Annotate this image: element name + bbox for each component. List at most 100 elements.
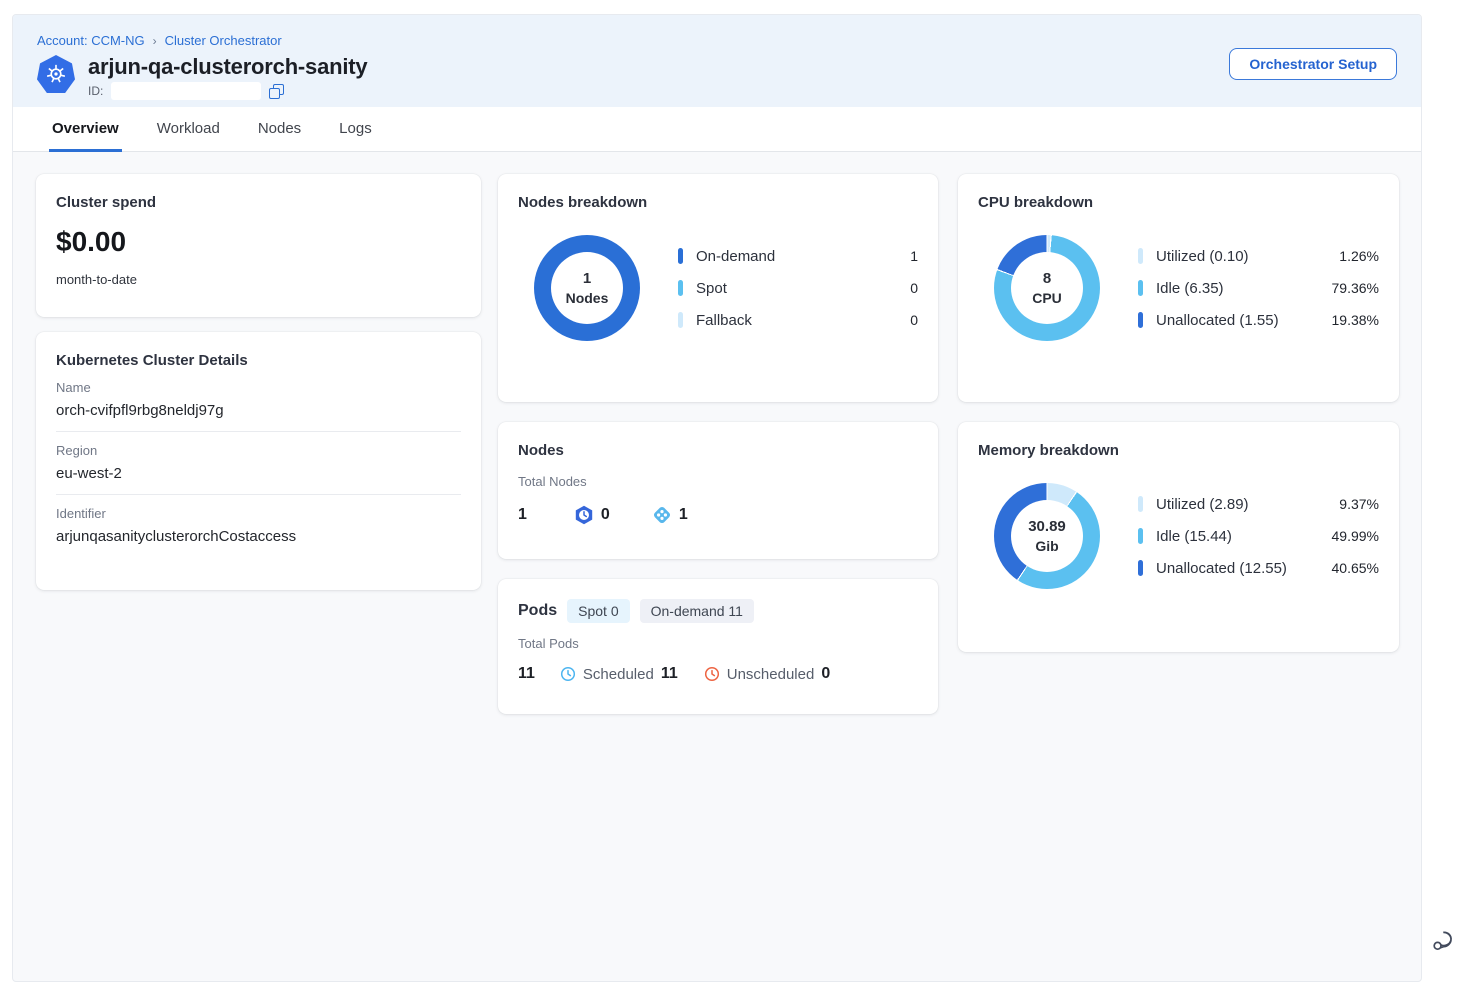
legend-label: Spot [696,280,910,297]
breadcrumb-separator: › [153,34,157,48]
spot-node-icon [574,505,594,525]
cluster-spend-title: Cluster spend [56,194,461,211]
cluster-spend-card: Cluster spend $0.00 month-to-date [36,174,481,317]
total-nodes-value: 1 [518,506,527,524]
legend-value: 9.37% [1339,496,1379,512]
legend-row-unallocated: Unallocated (1.55) 19.38% [1138,312,1379,329]
legend-label: On-demand [696,248,910,265]
legend-swatch [1138,312,1143,328]
donut-center-value: 30.89 [1028,518,1066,535]
nodes-card: Nodes Total Nodes 1 0 [498,422,938,559]
copy-icon[interactable] [269,84,284,99]
legend-row-fallback: Fallback 0 [678,312,918,329]
legend-label: Unallocated (12.55) [1156,560,1332,577]
nodes-title: Nodes [518,442,918,459]
legend-row-utilized: Utilized (2.89) 9.37% [1138,496,1379,513]
donut-center-value: 1 [566,270,609,287]
unscheduled-pods-group: Unscheduled 0 [704,665,830,683]
legend-row-on-demand: On-demand 1 [678,248,918,265]
legend-row-idle: Idle (6.35) 79.36% [1138,280,1379,297]
memory-breakdown-card: Memory breakdown 30.89 Gib Utilized (2.8… [958,422,1399,652]
legend-value: 1 [910,248,918,264]
on-demand-pods-badge: On-demand 11 [640,599,754,623]
tab-overview[interactable]: Overview [49,107,122,152]
chat-help-icon[interactable] [1430,928,1456,954]
pods-card: Pods Spot 0 On-demand 11 Total Pods 11 [498,579,938,714]
detail-label: Region [56,443,461,458]
donut-center-label: CPU [1032,290,1062,306]
total-pods-value: 11 [518,665,535,683]
cluster-details-title: Kubernetes Cluster Details [56,352,461,369]
breadcrumb: Account: CCM-NG › Cluster Orchestrator [37,33,1397,48]
app-window: Account: CCM-NG › Cluster Orchestrator [12,14,1422,982]
detail-row-name: Name orch-cvifpfl9rbg8neldj97g [56,369,461,432]
unscheduled-clock-icon [704,666,720,682]
legend-value: 1.26% [1339,248,1379,264]
legend-row-utilized: Utilized (0.10) 1.26% [1138,248,1379,265]
legend-value: 79.36% [1332,280,1379,296]
spot-nodes-group: 0 [574,505,610,525]
tab-bar: Overview Workload Nodes Logs [13,107,1421,152]
legend-swatch [1138,528,1143,544]
legend-label: Idle (6.35) [1156,280,1332,297]
legend-row-idle: Idle (15.44) 49.99% [1138,528,1379,545]
scheduled-label: Scheduled [583,666,654,683]
scheduled-pods-group: Scheduled 11 [560,665,678,683]
breadcrumb-account-link[interactable]: Account: CCM-NG [37,33,145,48]
legend-label: Utilized (2.89) [1156,496,1339,513]
tab-logs[interactable]: Logs [336,107,375,152]
orchestrator-setup-button[interactable]: Orchestrator Setup [1229,48,1397,80]
detail-label: Name [56,380,461,395]
on-demand-nodes-count: 1 [679,506,688,524]
legend-row-spot: Spot 0 [678,280,918,297]
overview-content: Cluster spend $0.00 month-to-date Kubern… [13,152,1421,982]
nodes-breakdown-card: Nodes breakdown 1 Nodes On-demand 1 [498,174,938,402]
legend-value: 0 [910,280,918,296]
cpu-breakdown-title: CPU breakdown [978,194,1379,211]
legend-value: 49.99% [1332,528,1379,544]
scheduled-count: 11 [661,665,678,683]
total-nodes-label: Total Nodes [518,474,918,489]
legend-value: 0 [910,312,918,328]
detail-label: Identifier [56,506,461,521]
donut-center-value: 8 [1032,270,1062,287]
legend-swatch [678,312,683,328]
title-row: arjun-qa-clusterorch-sanity ID: [37,55,1397,100]
cluster-spend-period: month-to-date [56,272,461,287]
legend-label: Unallocated (1.55) [1156,312,1332,329]
on-demand-nodes-group: 1 [652,505,688,525]
cpu-breakdown-legend: Utilized (0.10) 1.26% Idle (6.35) 79.36%… [1138,248,1379,329]
breadcrumb-cluster-orchestrator-link[interactable]: Cluster Orchestrator [165,33,282,48]
cpu-donut-chart: 8 CPU [994,235,1100,341]
legend-swatch [1138,280,1143,296]
scheduled-clock-icon [560,666,576,682]
legend-label: Utilized (0.10) [1156,248,1339,265]
tab-workload[interactable]: Workload [154,107,223,152]
kubernetes-cluster-details-card: Kubernetes Cluster Details Name orch-cvi… [36,332,481,590]
spot-pods-badge: Spot 0 [567,599,629,623]
tab-nodes[interactable]: Nodes [255,107,304,152]
page-title: arjun-qa-clusterorch-sanity [88,55,367,79]
on-demand-node-icon [652,505,672,525]
detail-row-region: Region eu-west-2 [56,432,461,495]
legend-swatch [1138,248,1143,264]
detail-value: eu-west-2 [56,465,461,482]
kubernetes-icon [37,55,75,93]
legend-swatch [678,280,683,296]
unscheduled-label: Unscheduled [727,666,815,683]
legend-label: Fallback [696,312,910,329]
memory-breakdown-title: Memory breakdown [978,442,1379,459]
legend-value: 19.38% [1332,312,1379,328]
detail-value: orch-cvifpfl9rbg8neldj97g [56,402,461,419]
total-pods-label: Total Pods [518,636,918,651]
unscheduled-count: 0 [821,665,830,683]
donut-center-label: Gib [1028,538,1066,554]
detail-value: arjunqasanityclusterorchCostaccess [56,528,461,545]
legend-row-unallocated: Unallocated (12.55) 40.65% [1138,560,1379,577]
cluster-id-value [111,82,261,100]
legend-swatch [1138,496,1143,512]
cluster-spend-amount: $0.00 [56,226,461,258]
nodes-donut-chart: 1 Nodes [534,235,640,341]
memory-donut-chart: 30.89 Gib [994,483,1100,589]
page-header: Account: CCM-NG › Cluster Orchestrator [13,15,1421,107]
